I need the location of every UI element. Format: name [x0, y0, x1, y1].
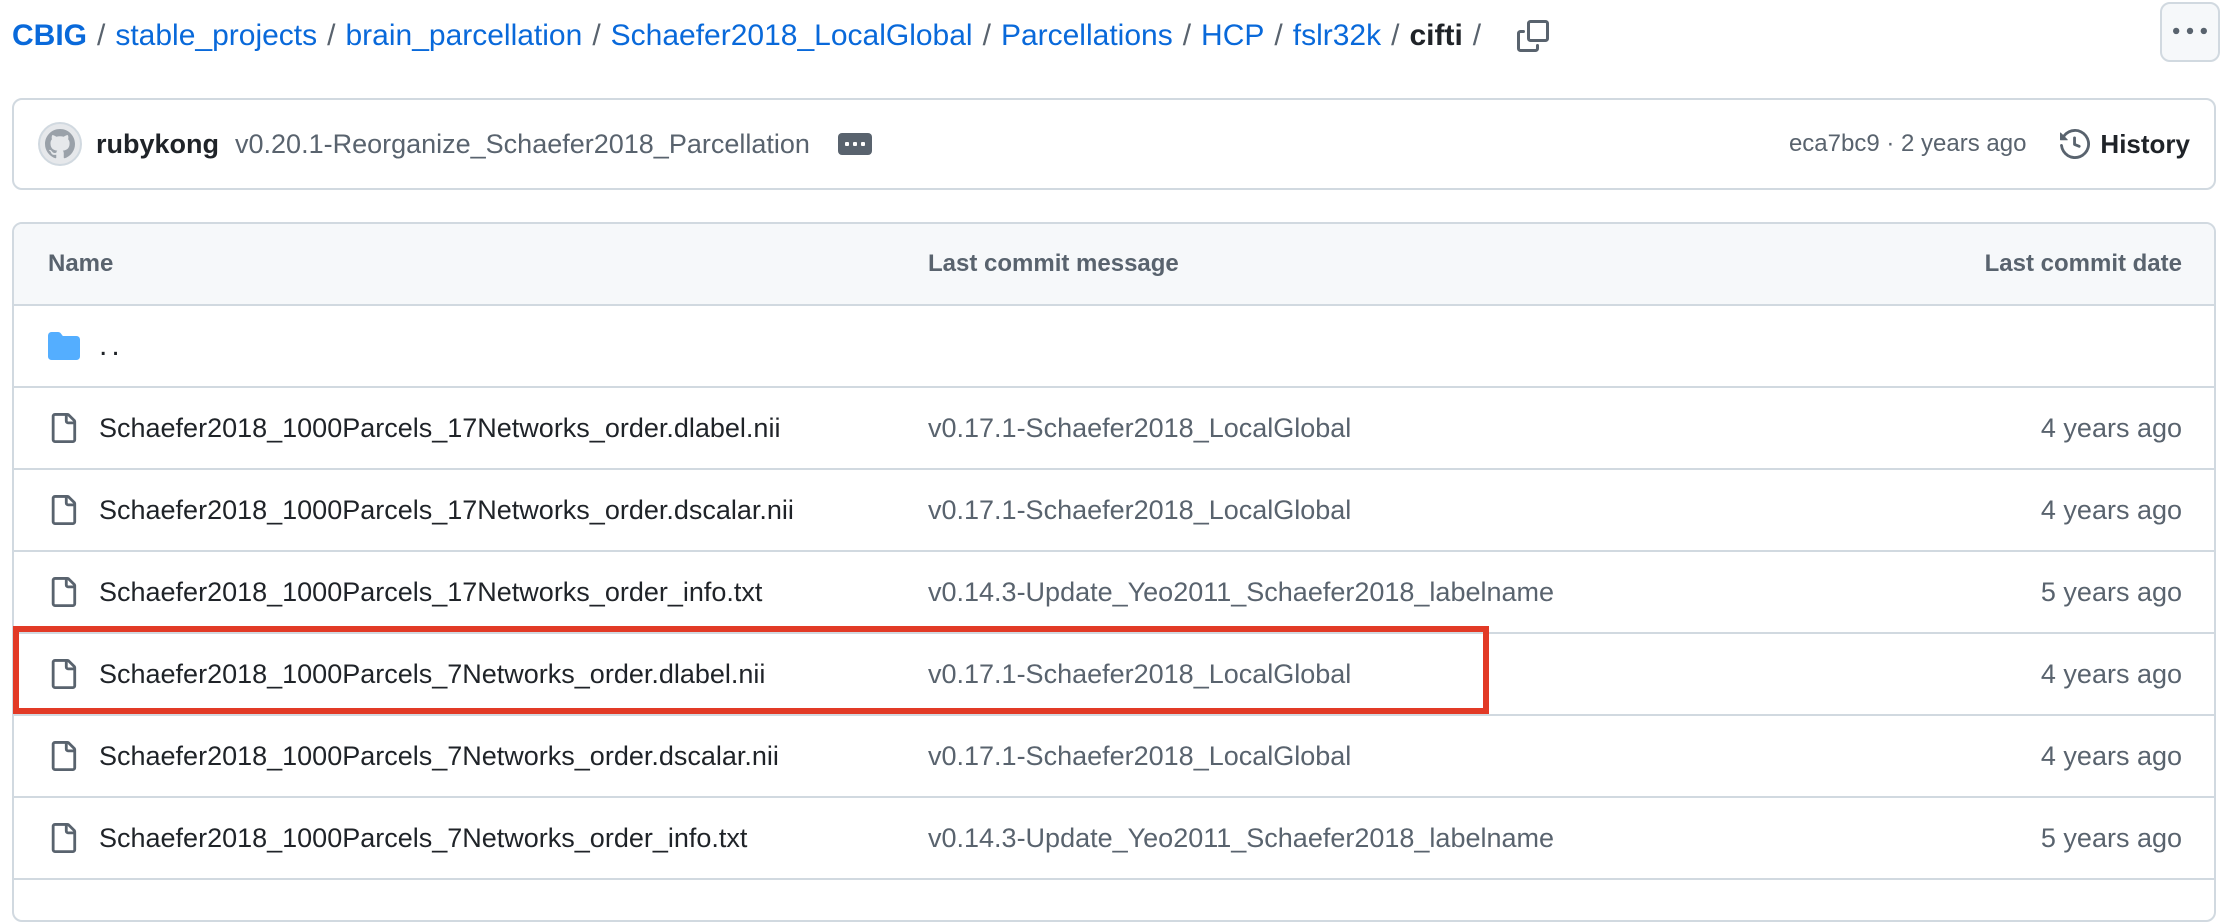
file-name-link[interactable]: Schaefer2018_1000Parcels_17Networks_orde… [99, 552, 762, 632]
breadcrumb-separator: / [1274, 19, 1283, 52]
breadcrumb-link-schaefer2018[interactable]: Schaefer2018_LocalGlobal [611, 19, 973, 53]
expand-commit-message-button[interactable] [837, 133, 872, 155]
breadcrumb-link-hcp[interactable]: HCP [1201, 19, 1264, 53]
commit-right-group: eca7bc9 · 2 years ago History [1789, 129, 2190, 160]
file-name-link[interactable]: Schaefer2018_1000Parcels_17Networks_orde… [99, 470, 794, 550]
parent-directory-row[interactable]: .. [14, 306, 2214, 388]
file-name-link[interactable]: Schaefer2018_1000Parcels_7Networks_order… [99, 716, 779, 796]
history-clock-icon [2060, 129, 2091, 159]
commit-date: 5 years ago [2040, 577, 2182, 607]
file-icon-wrap [48, 388, 78, 468]
kebab-horizontal-icon [2173, 27, 2207, 35]
commit-date: 5 years ago [2040, 823, 2182, 853]
breadcrumb: CBIG / stable_projects / brain_parcellat… [12, 12, 1553, 60]
breadcrumb-separator: / [97, 19, 106, 52]
table-row-highlighted: Schaefer2018_1000Parcels_7Networks_order… [14, 634, 2214, 716]
folder-icon-wrap [48, 306, 80, 386]
breadcrumb-link-stable-projects[interactable]: stable_projects [115, 19, 317, 53]
commit-message-link[interactable]: v0.17.1-Schaefer2018_LocalGlobal [928, 388, 1351, 468]
file-icon [51, 577, 77, 607]
column-header-last-commit-date: Last commit date [1984, 250, 2182, 277]
breadcrumb-link-parcellations[interactable]: Parcellations [1001, 19, 1173, 53]
breadcrumb-separator: / [982, 19, 991, 52]
commit-message-link[interactable]: v0.20.1-Reorganize_Schaefer2018_Parcella… [235, 129, 810, 160]
table-row: Schaefer2018_1000Parcels_17Networks_orde… [14, 470, 2214, 552]
table-row: Schaefer2018_1000Parcels_17Networks_orde… [14, 388, 2214, 470]
table-row: Schaefer2018_1000Parcels_7Networks_order… [14, 716, 2214, 798]
table-row: Schaefer2018_1000Parcels_7Networks_order… [14, 798, 2214, 880]
commit-message-link[interactable]: v0.17.1-Schaefer2018_LocalGlobal [928, 470, 1351, 550]
commit-date: 4 years ago [2040, 495, 2182, 525]
more-options-button[interactable] [2160, 2, 2220, 62]
file-icon-wrap [48, 716, 78, 796]
file-icon-wrap [48, 798, 78, 878]
avatar[interactable] [38, 122, 82, 166]
file-name-link[interactable]: Schaefer2018_1000Parcels_7Networks_order… [99, 634, 765, 714]
file-name-link[interactable]: Schaefer2018_1000Parcels_7Networks_order… [99, 798, 747, 878]
folder-icon [48, 332, 80, 360]
commit-author-link[interactable]: rubykong [96, 129, 219, 160]
breadcrumb-separator: / [327, 19, 336, 52]
breadcrumb-link-fslr32k[interactable]: fslr32k [1293, 19, 1381, 53]
table-header: Name Last commit message Last commit dat… [14, 224, 2214, 306]
file-icon-wrap [48, 552, 78, 632]
commit-message-link[interactable]: v0.14.3-Update_Yeo2011_Schaefer2018_labe… [928, 552, 1554, 632]
file-icon [51, 495, 77, 525]
breadcrumb-separator: / [592, 19, 601, 52]
commit-message-link[interactable]: v0.14.3-Update_Yeo2011_Schaefer2018_labe… [928, 798, 1554, 878]
commit-message-link[interactable]: v0.17.1-Schaefer2018_LocalGlobal [928, 634, 1351, 714]
breadcrumb-separator: / [1472, 19, 1482, 52]
github-avatar-icon [45, 129, 75, 159]
file-table: Name Last commit message Last commit dat… [12, 222, 2216, 922]
latest-commit-bar: rubykong v0.20.1-Reorganize_Schaefer2018… [12, 98, 2216, 190]
file-icon-wrap [48, 470, 78, 550]
column-header-last-commit-message: Last commit message [928, 250, 1179, 277]
commit-date: 4 years ago [2040, 413, 2182, 443]
breadcrumb-separator: / [1182, 19, 1192, 52]
commit-hash-and-age[interactable]: eca7bc9 · 2 years ago [1789, 130, 2026, 158]
breadcrumb-link-cbig[interactable]: CBIG [12, 19, 87, 53]
file-icon [51, 823, 77, 853]
file-icon [51, 659, 77, 689]
commit-date: 4 years ago [2040, 741, 2182, 771]
breadcrumb-link-brain-parcellation[interactable]: brain_parcellation [345, 19, 582, 53]
file-name-link[interactable]: Schaefer2018_1000Parcels_17Networks_orde… [99, 388, 780, 468]
copy-icon [1517, 20, 1550, 52]
history-button[interactable]: History [2060, 129, 2190, 160]
copy-path-button[interactable] [1513, 16, 1553, 56]
parent-directory-link[interactable]: .. [99, 306, 124, 386]
file-icon-wrap [48, 634, 78, 714]
breadcrumb-current: cifti [1409, 19, 1463, 52]
commit-message-link[interactable]: v0.17.1-Schaefer2018_LocalGlobal [928, 716, 1351, 796]
table-row: Schaefer2018_1000Parcels_17Networks_orde… [14, 552, 2214, 634]
history-label: History [2100, 128, 2190, 159]
file-icon [51, 413, 77, 443]
column-header-name: Name [48, 250, 114, 277]
file-icon [51, 741, 77, 771]
commit-date: 4 years ago [2040, 659, 2182, 689]
breadcrumb-separator: / [1391, 19, 1400, 52]
